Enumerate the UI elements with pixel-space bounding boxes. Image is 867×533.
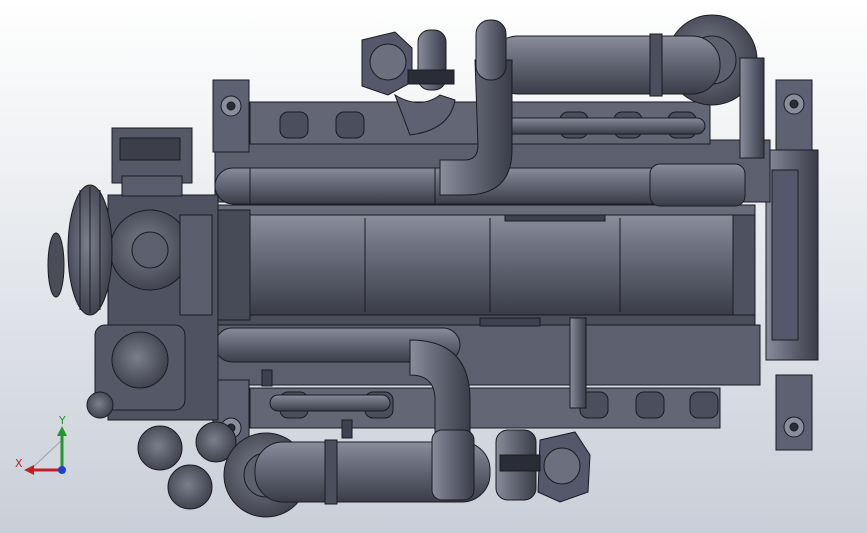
triad-x-label: X [15,457,23,470]
triad-y-arrow [57,426,67,436]
triad-x-arrow [24,465,34,475]
graphics-viewport[interactable]: Y X [0,0,867,533]
triad-y-label: Y [58,414,66,427]
triad-z-axis [58,466,66,474]
reference-triad: Y X [15,414,67,475]
triad-plane [28,438,63,471]
